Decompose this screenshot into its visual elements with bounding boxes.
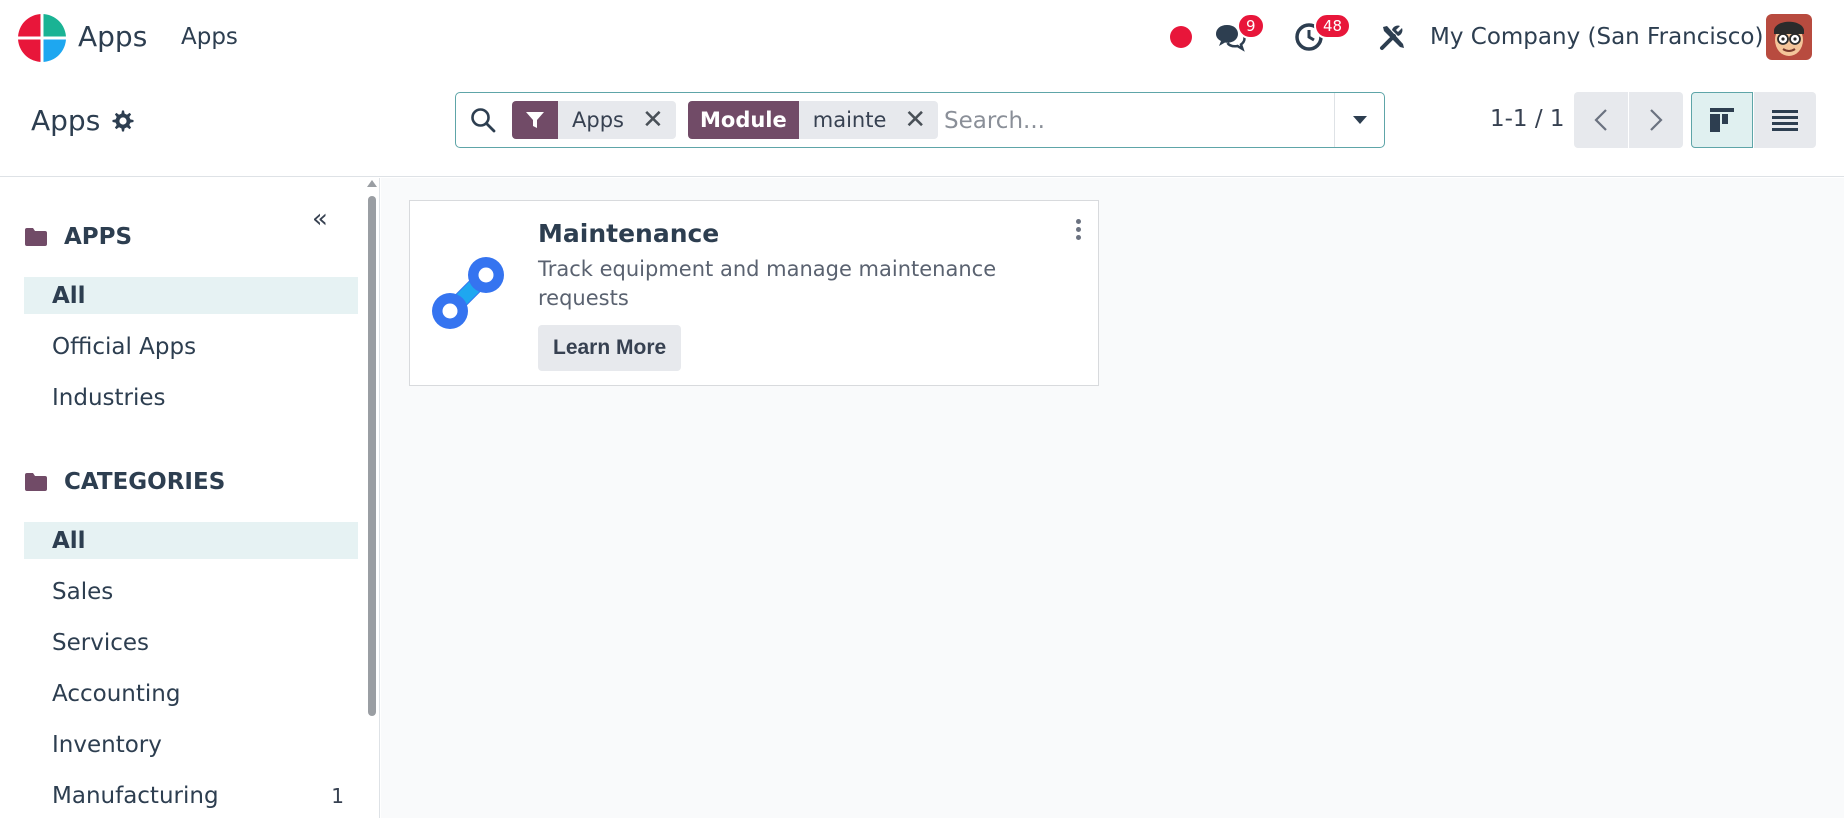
sidebar-item-label: Manufacturing <box>52 782 219 809</box>
debug-tools-icon[interactable] <box>1378 22 1408 52</box>
messages-count-badge: 9 <box>1237 13 1265 39</box>
sidebar-item-services[interactable]: Services <box>24 624 358 661</box>
sidebar-item-label: Accounting <box>52 680 181 707</box>
card-dropdown-menu-icon[interactable] <box>1068 217 1088 245</box>
apps-section-title: APPS <box>64 224 133 250</box>
breadcrumb: Apps <box>31 104 134 137</box>
sidebar-item-industries[interactable]: Industries <box>24 379 358 416</box>
folder-icon <box>25 473 47 491</box>
sidebar-item-apps-all[interactable]: All <box>24 277 358 314</box>
filter-facet-icon-wrap <box>512 101 558 139</box>
search-icon[interactable] <box>470 107 496 133</box>
activities-count-badge: 48 <box>1314 13 1352 39</box>
module-facet-value: mainte ✕ <box>798 101 939 139</box>
company-switcher[interactable]: My Company (San Francisco) <box>1430 24 1763 50</box>
chevron-left-icon <box>1594 109 1607 131</box>
module-facet: Module mainte ✕ <box>688 101 939 139</box>
sidebar-item-manufacturing[interactable]: Manufacturing 1 <box>24 777 358 814</box>
app-card-title: Maintenance <box>538 219 720 248</box>
apps-section-heading: APPS <box>24 224 132 250</box>
kanban-view-button[interactable] <box>1691 92 1753 148</box>
categories-section-heading: CATEGORIES <box>24 469 225 495</box>
chevron-right-icon <box>1650 109 1663 131</box>
filter-facet-value: Apps ✕ <box>558 101 676 139</box>
folder-icon <box>25 228 47 246</box>
search-bar: Apps ✕ Module mainte ✕ <box>455 92 1385 148</box>
pager-next-button[interactable] <box>1629 92 1683 148</box>
list-view-button[interactable] <box>1754 92 1816 148</box>
app-card-maintenance[interactable]: Maintenance Track equipment and manage m… <box>409 200 1099 386</box>
search-input[interactable] <box>944 103 1324 139</box>
sidebar-scrollbar-thumb[interactable] <box>368 196 376 716</box>
learn-more-button[interactable]: Learn More <box>538 325 682 371</box>
module-facet-label: Module <box>688 101 799 139</box>
scroll-up-arrow-icon[interactable] <box>367 180 377 187</box>
sidebar-item-label: Services <box>52 629 149 656</box>
sidebar-item-label: Industries <box>52 384 166 411</box>
collapse-sidebar-button[interactable]: « <box>312 204 328 234</box>
kanban-view: Maintenance Track equipment and manage m… <box>381 178 1844 818</box>
page-title[interactable]: Apps <box>31 104 100 137</box>
user-avatar[interactable] <box>1766 14 1812 60</box>
top-navbar: Apps Apps 9 48 My Company (San Francisco… <box>0 0 1844 74</box>
remove-module-facet-icon[interactable]: ✕ <box>904 105 926 135</box>
app-name[interactable]: Apps <box>78 20 147 53</box>
sidebar-item-sales[interactable]: Sales <box>24 573 358 610</box>
app-card-description: Track equipment and manage maintenance r… <box>538 257 997 310</box>
remove-filter-facet-icon[interactable]: ✕ <box>642 105 664 135</box>
search-panel-sidebar: « APPS All Official Apps Industries CATE… <box>0 178 380 818</box>
sidebar-item-accounting[interactable]: Accounting <box>24 675 358 712</box>
list-icon <box>1772 110 1798 131</box>
module-facet-text: mainte <box>812 108 887 132</box>
pager-previous-button[interactable] <box>1574 92 1628 148</box>
recording-indicator-icon[interactable] <box>1170 26 1192 48</box>
search-options-toggle[interactable] <box>1334 93 1384 147</box>
control-panel: Apps Apps ✕ Module mainte ✕ Search... 1-… <box>0 74 1844 177</box>
nav-menu-apps[interactable]: Apps <box>181 24 238 50</box>
sidebar-item-inventory[interactable]: Inventory <box>24 726 358 763</box>
sidebar-item-count: 1 <box>331 783 344 808</box>
filter-facet: Apps ✕ <box>512 101 676 139</box>
filter-facet-label: Apps <box>572 108 624 132</box>
caret-down-icon <box>1352 116 1367 124</box>
gear-icon[interactable] <box>110 109 134 133</box>
filter-icon <box>526 112 544 128</box>
sidebar-item-label: Official Apps <box>52 333 197 360</box>
sidebar-item-categories-all[interactable]: All <box>24 522 358 559</box>
pager-value[interactable]: 1-1 / 1 <box>1490 106 1565 132</box>
sidebar-item-label: Sales <box>52 578 114 605</box>
categories-section-title: CATEGORIES <box>64 469 226 495</box>
sidebar-item-official-apps[interactable]: Official Apps <box>24 328 358 365</box>
app-logo-icon[interactable] <box>18 14 66 62</box>
kanban-icon <box>1710 108 1734 132</box>
sidebar-item-label: All <box>52 282 86 309</box>
sidebar-item-label: Inventory <box>52 731 162 758</box>
sidebar-item-label: All <box>52 527 86 554</box>
maintenance-app-icon <box>432 257 504 329</box>
